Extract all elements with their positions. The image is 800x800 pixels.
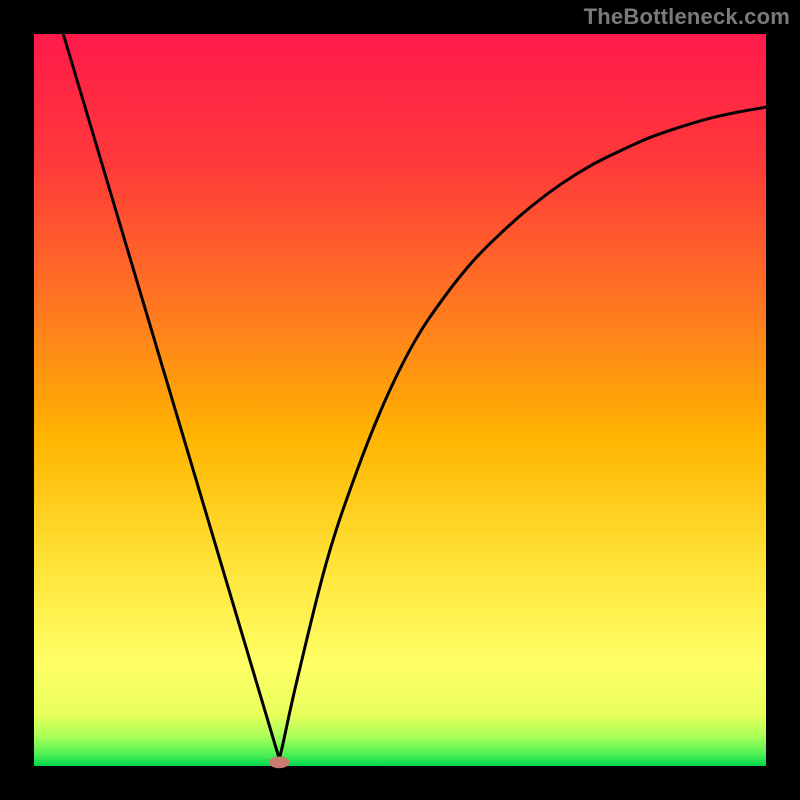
plot-background <box>34 34 766 766</box>
attribution-text: TheBottleneck.com <box>584 4 790 30</box>
optimal-point-marker <box>269 756 290 768</box>
chart-frame: TheBottleneck.com <box>0 0 800 800</box>
bottleneck-chart <box>0 0 800 800</box>
